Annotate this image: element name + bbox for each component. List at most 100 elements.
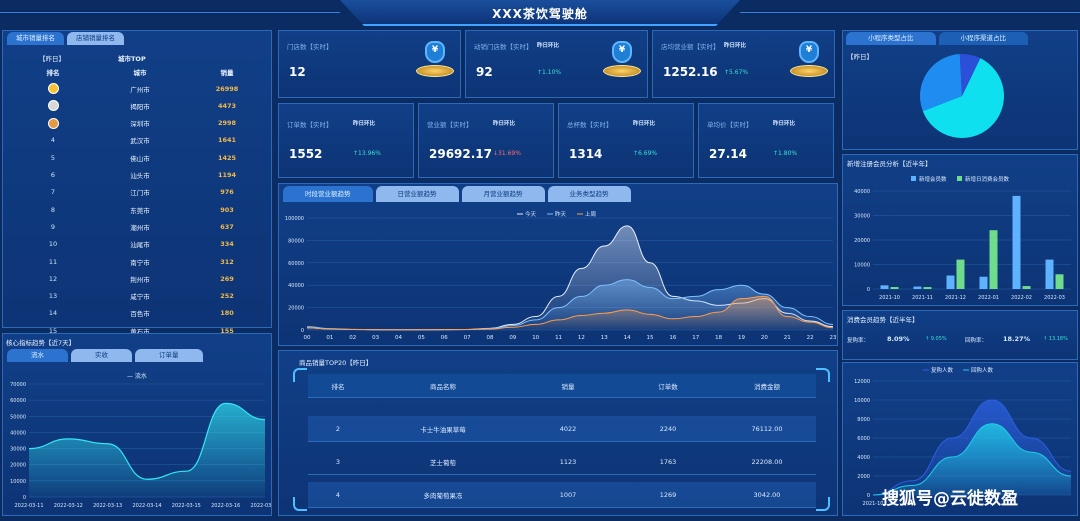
kpi-cmp: ↓31.69% — [493, 150, 521, 157]
repurchase-panel: 消费会员趋势【近半年】 复购率： 8.09% ↑ 9.05% 回购率： 18.2… — [842, 310, 1078, 360]
legend-item: 上周 — [577, 210, 596, 218]
rank-value: 1425 — [217, 153, 237, 162]
svg-text:新增日消费会员数: 新增日消费会员数 — [965, 175, 1010, 183]
rank-city: 佛山市 — [130, 154, 150, 163]
bar — [880, 285, 889, 289]
bar — [913, 286, 922, 289]
kpi-value: 29692.17 — [429, 147, 493, 161]
rank-city: 江门市 — [130, 189, 150, 198]
x-tick-label: 2022-03-15 — [172, 503, 201, 509]
kpi-value: 12 — [289, 65, 306, 79]
svg-text:新增会员数: 新增会员数 — [919, 175, 947, 183]
miniprogram-panel: 小程序类型占比 小程序渠道占比 【昨日】 — [842, 30, 1078, 150]
cell-rank: 2 — [335, 424, 341, 433]
tab-liushui[interactable]: 流水 — [7, 349, 68, 362]
kpi-label: 店均营业额【实时】 — [661, 43, 720, 51]
kpi-cmp-label: 昨日环比 — [633, 121, 656, 127]
rank-city: 东莞市 — [130, 206, 150, 215]
y-tick-label: 50000 — [10, 414, 26, 420]
table-row[interactable]: 4 多肉葡萄果冻 1007 1269 3042.00 — [308, 482, 816, 508]
x-tick-label: 11 — [555, 335, 562, 341]
kpi-label: 营业额【实时】 — [427, 121, 473, 129]
rank-city: 咸宁市 — [130, 293, 150, 302]
kpi-label: 单均价【实时】 — [707, 121, 753, 129]
cell-name: 芝士葡萄 — [430, 458, 456, 467]
tab-store-rank[interactable]: 店铺销量排名 — [67, 32, 124, 45]
y-tick-label: 0 — [23, 495, 26, 501]
x-tick-label: 19 — [738, 335, 745, 341]
member-panel: 新增注册会员分析【近半年】 新增会员数 新增日消费会员数 0 10000 20000 30… — [842, 154, 1078, 306]
kpi-cmp-label: 昨日环比 — [773, 121, 796, 127]
core-trend-chart: — 流水 0 10000 20000 30000 40000 50000 60000 70000… — [10, 372, 271, 509]
y-tick-label: 100000 — [285, 216, 304, 222]
rank-row: 14 百色市 180 — [9, 305, 271, 322]
x-tick-label: 21 — [784, 335, 791, 341]
core-title: 核心指标趋势【近7天】 — [6, 339, 76, 347]
tab-mp-channel[interactable]: 小程序渠道占比 — [938, 32, 1028, 45]
kpi-cmp-label: 昨日环比 — [353, 121, 376, 127]
source-watermark: 搜狐号@云徙数盈 — [882, 489, 1018, 509]
x-tick-label: 2021-11 — [912, 295, 933, 301]
kpi-value: 27.14 — [709, 147, 747, 161]
svg-text:昨天: 昨天 — [555, 210, 567, 218]
table-row[interactable]: 2 卡士牛油果草莓 4022 2240 76112.00 — [308, 416, 816, 442]
cell-name: 卡士牛油果草莓 — [420, 425, 466, 434]
frame-corner — [293, 368, 307, 382]
page-title: XXX茶饮驾驶舱 — [492, 7, 588, 21]
x-tick-label: 09 — [509, 335, 516, 341]
r1-value: 8.09% — [887, 335, 910, 343]
rank-row: 11 南宁市 312 — [9, 253, 271, 270]
kpi-card: 订单数【实时】 1552 昨日环比 ↑13.96% — [278, 103, 414, 178]
tab-city-rank[interactable]: 城市销量排名 — [7, 32, 64, 45]
legend-item: 新增会员数 — [911, 175, 947, 183]
cell-rank: 4 — [335, 490, 341, 499]
tab-monthly[interactable]: 月营业额趋势 — [461, 186, 545, 202]
money-bag-icon: ¥ — [790, 41, 828, 81]
kpi-cmp: ↑1.80% — [773, 150, 798, 157]
tab-orders[interactable]: 订单量 — [135, 349, 203, 362]
kpi-card: 门店数【实时】 12 ¥ — [278, 30, 461, 98]
svg-text:回购人数: 回购人数 — [971, 366, 994, 374]
rank-city: 南宁市 — [130, 258, 150, 267]
cell-rank: 3 — [335, 457, 341, 466]
rank-row: 4 武汉市 1641 — [9, 132, 271, 149]
rank-value: 2998 — [217, 119, 237, 128]
rank-city: 荆州市 — [130, 275, 150, 284]
x-tick-label: 16 — [669, 335, 676, 341]
kpi-card: 单均价【实时】 27.14 昨日环比 ↑1.80% — [698, 103, 834, 178]
tab-business-type[interactable]: 业务类型趋势 — [547, 186, 631, 202]
tab-mp-type[interactable]: 小程序类型占比 — [846, 32, 936, 45]
kpi-cmp-label: 昨日环比 — [537, 43, 560, 49]
bar — [956, 259, 965, 289]
kpi-cmp: ↑1.10% — [537, 69, 562, 76]
kpi-value: 1552 — [289, 147, 323, 161]
rank-city: 深圳市 — [130, 120, 150, 129]
medal-icon — [47, 117, 59, 129]
tab-daily[interactable]: 日营业额趋势 — [375, 186, 459, 202]
y-tick-label: 10000 — [854, 398, 870, 404]
series-area — [29, 403, 265, 497]
rank-sub: 【昨日】 — [39, 55, 65, 63]
y-tick-label: 80000 — [288, 238, 304, 244]
kpi-card: 店均营业额【实时】 1252.16 昨日环比 ↑5.67% ¥ — [652, 30, 835, 98]
kpi-cmp: ↑5.67% — [724, 69, 749, 76]
x-tick-label: 2022-03 — [1044, 295, 1065, 301]
rank-row: 7 江门市 976 — [9, 184, 271, 201]
r2-label: 回购率： — [965, 338, 988, 344]
table-row[interactable]: 3 芝士葡萄 1123 1763 22208.00 — [308, 449, 816, 475]
cell-amount: 76112.00 — [751, 424, 783, 433]
tab-shishou[interactable]: 实收 — [71, 349, 132, 362]
x-tick-label: 18 — [715, 335, 722, 341]
x-tick-label: 03 — [372, 335, 379, 341]
x-tick-label: 2021-12 — [945, 295, 966, 301]
rank-value: 26998 — [215, 84, 239, 93]
bar — [1055, 274, 1064, 289]
rank-value: 637 — [220, 222, 234, 231]
x-tick-label: 10 — [532, 335, 539, 341]
y-tick-label: 0 — [867, 287, 870, 293]
kpi-value: 1252.16 — [663, 65, 718, 79]
legend-item: 复购人数 — [923, 366, 954, 374]
tab-hourly[interactable]: 时段营业额趋势 — [283, 186, 373, 202]
member-bar-chart: 新增会员数 新增日消费会员数 0 10000 20000 30000 40000 2021-1… — [854, 175, 1071, 301]
rank-city: 百色市 — [130, 310, 150, 319]
